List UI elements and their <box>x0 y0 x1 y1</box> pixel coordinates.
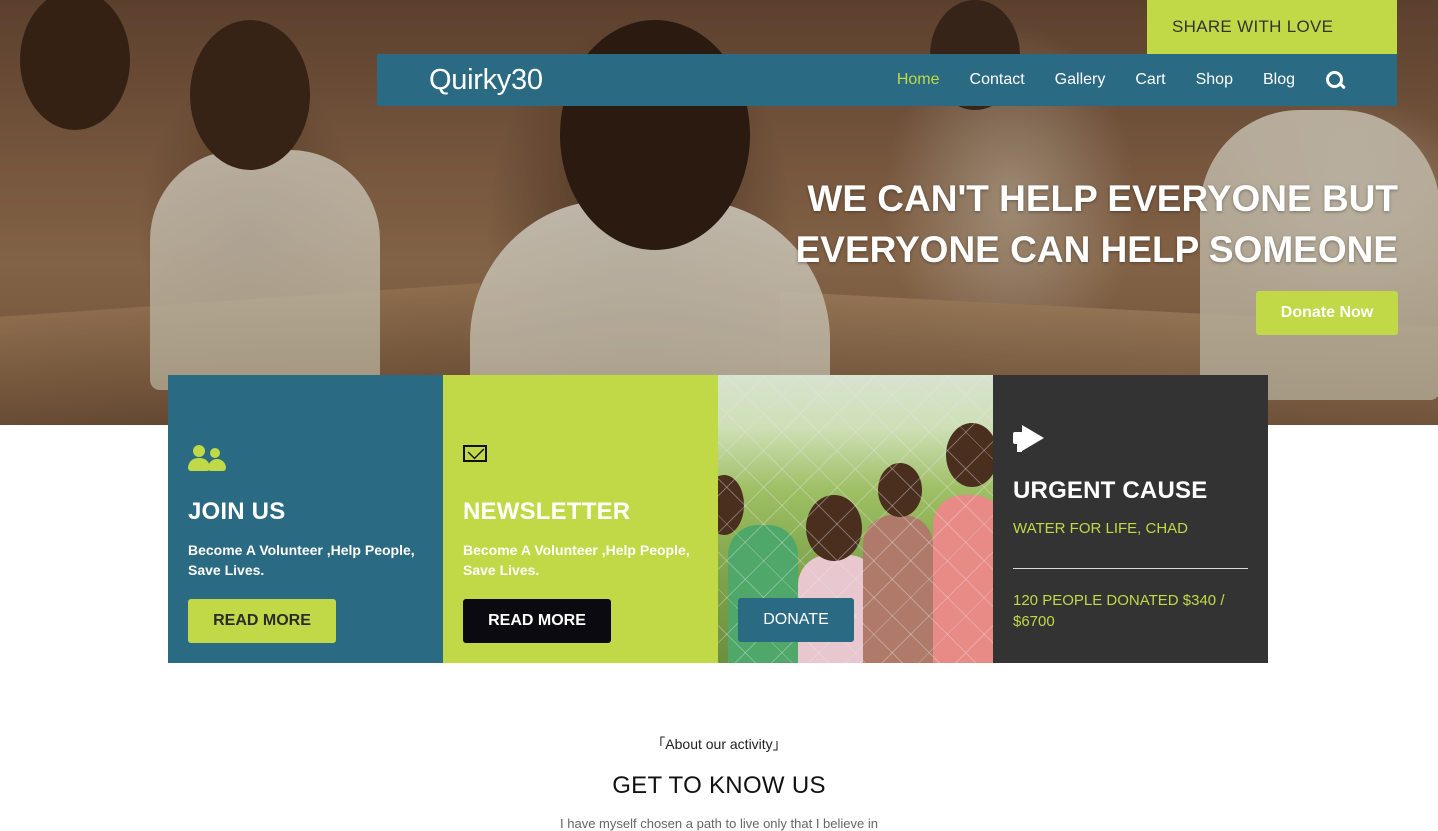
envelope-icon <box>463 445 487 462</box>
about-kicker: 「About our activity」 <box>651 736 787 752</box>
donation-stat: 120 PEOPLE DONATED $340 /$6700 <box>1013 592 1225 630</box>
newsletter-title: NEWSLETTER <box>463 498 631 525</box>
children-photo-card: DONATE <box>718 375 993 663</box>
main-navbar: Quirky30 Home Contact Gallery Cart Shop … <box>377 54 1397 106</box>
urgent-cause-subtitle[interactable]: WATER FOR LIFE, CHAD <box>1013 520 1188 537</box>
nav-item-blog[interactable]: Blog <box>1263 71 1295 89</box>
nav-item-contact[interactable]: Contact <box>970 71 1025 89</box>
urgent-cause-title: URGENT CAUSE <box>1013 477 1208 504</box>
about-title: GET TO KNOW US <box>612 772 826 799</box>
nav-menu: Home Contact Gallery Cart Shop Blog <box>867 54 1345 106</box>
newsletter-card: NEWSLETTER Become A Volunteer ,Help Peop… <box>443 375 718 663</box>
urgent-cause-card: URGENT CAUSE WATER FOR LIFE, CHAD 120 PE… <box>993 375 1268 663</box>
nav-item-home[interactable]: Home <box>897 71 940 89</box>
site-logo[interactable]: Quirky30 <box>429 64 543 97</box>
nav-item-gallery[interactable]: Gallery <box>1055 71 1106 89</box>
join-us-description: Become A Volunteer ,Help People, Save Liv… <box>188 542 415 578</box>
megaphone-icon <box>1013 425 1047 453</box>
donate-button[interactable]: DONATE <box>738 598 854 642</box>
about-text: I have myself chosen a path to live only… <box>560 816 878 831</box>
newsletter-read-more-button[interactable]: READ MORE <box>463 599 611 643</box>
nav-item-shop[interactable]: Shop <box>1196 71 1233 89</box>
hero-headline-line: EVERYONE CAN HELP SOMEONE <box>795 229 1398 270</box>
donate-now-button[interactable]: Donate Now <box>1256 291 1398 335</box>
share-with-love-button[interactable]: SHARE WITH LOVE <box>1147 0 1397 54</box>
newsletter-description: Become A Volunteer ,Help People, Save Liv… <box>463 542 690 578</box>
join-us-title: JOIN US <box>188 498 286 525</box>
users-icon <box>188 445 226 473</box>
hero-headline-line: WE CAN'T HELP EVERYONE BUT <box>807 178 1398 219</box>
nav-item-cart[interactable]: Cart <box>1135 71 1165 89</box>
search-icon[interactable] <box>1325 70 1345 90</box>
hero-headline: WE CAN'T HELP EVERYONE BUT EVERYONE CAN … <box>758 173 1398 275</box>
share-label: SHARE WITH LOVE <box>1172 17 1334 36</box>
join-us-card: JOIN US Become A Volunteer ,Help People,… <box>168 375 443 663</box>
donate-now-label: Donate Now <box>1280 304 1374 321</box>
divider <box>1013 568 1248 569</box>
join-read-more-button[interactable]: READ MORE <box>188 599 336 643</box>
